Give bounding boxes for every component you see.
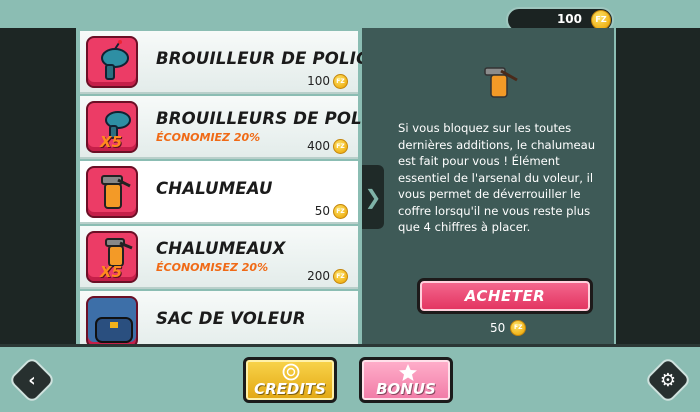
shop-item-list[interactable]: BROUILLEUR DE POLICE 100 FZ X5 BROUILLEU…: [76, 28, 362, 344]
shop-item-police-scramblers-pack[interactable]: X5 BROUILLEURS DE POLICE ÉCONOMIEZ 20% 4…: [80, 96, 362, 159]
item-price-value: 200: [307, 269, 330, 283]
item-title: CHALUMEAUX: [156, 239, 286, 258]
police-scrambler-icon: X5: [86, 101, 138, 153]
thief-bag-icon: [86, 296, 138, 344]
item-title: BROUILLEURS DE POLICE: [156, 109, 362, 128]
credits-label: CREDITS: [254, 380, 326, 398]
item-price: 50 FZ: [315, 203, 348, 219]
shop-item-police-scrambler[interactable]: BROUILLEUR DE POLICE 100 FZ: [80, 31, 362, 94]
right-background: [616, 28, 700, 344]
detail-price-value: 50: [490, 321, 506, 335]
coin-icon: FZ: [333, 73, 348, 89]
gear-icon: ⚙: [659, 369, 677, 391]
expand-detail-button[interactable]: ❯: [362, 165, 384, 229]
bonus-label: BONUS: [376, 380, 436, 398]
item-discount: ÉCONOMIEZ 20%: [156, 131, 261, 144]
item-title: BROUILLEUR DE POLICE: [156, 49, 362, 68]
coin-icon: FZ: [333, 268, 348, 284]
coin-balance-amount: 100: [556, 12, 582, 26]
item-description: Si vous bloquez sur les toutes dernières…: [398, 121, 596, 234]
chevron-left-icon: ‹: [28, 369, 36, 391]
shop-item-thief-bag[interactable]: SAC DE VOLEUR: [80, 291, 358, 344]
item-price: 200 FZ: [307, 268, 348, 284]
bonus-button[interactable]: BONUS: [359, 357, 453, 403]
item-detail-panel: Si vous bloquez sur les toutes dernières…: [362, 28, 614, 344]
detail-price: 50 FZ: [490, 320, 527, 336]
left-background: [0, 28, 76, 344]
quantity-badge: X5: [100, 133, 123, 151]
shop-item-blowtorch-pack[interactable]: X5 CHALUMEAUX ÉCONOMISEZ 20% 200 FZ: [80, 226, 358, 289]
police-scrambler-icon: [86, 36, 138, 88]
coin-icon: FZ: [333, 203, 348, 219]
item-price-value: 100: [307, 74, 330, 88]
buy-button[interactable]: ACHETER: [417, 278, 593, 314]
coin-icon: FZ: [510, 320, 527, 336]
coin-icon: FZ: [591, 10, 611, 30]
shop-item-blowtorch[interactable]: CHALUMEAU 50 FZ: [80, 161, 358, 224]
coin-icon: FZ: [333, 138, 348, 154]
bottom-bar: [0, 344, 700, 412]
blowtorch-icon: X5: [86, 231, 138, 283]
item-price: 100 FZ: [307, 73, 348, 89]
item-discount: ÉCONOMISEZ 20%: [156, 261, 269, 274]
quantity-badge: X5: [100, 263, 123, 281]
blowtorch-icon: [479, 62, 525, 110]
blowtorch-icon: [86, 166, 138, 218]
item-price: 400 FZ: [307, 138, 348, 154]
item-price-value: 400: [307, 139, 330, 153]
credits-button[interactable]: CREDITS: [243, 357, 337, 403]
item-price-value: 50: [314, 204, 330, 218]
coin-icon: [282, 363, 300, 381]
item-title: CHALUMEAU: [156, 179, 273, 198]
chevron-right-icon: ❯: [364, 185, 382, 209]
item-title: SAC DE VOLEUR: [156, 309, 306, 328]
